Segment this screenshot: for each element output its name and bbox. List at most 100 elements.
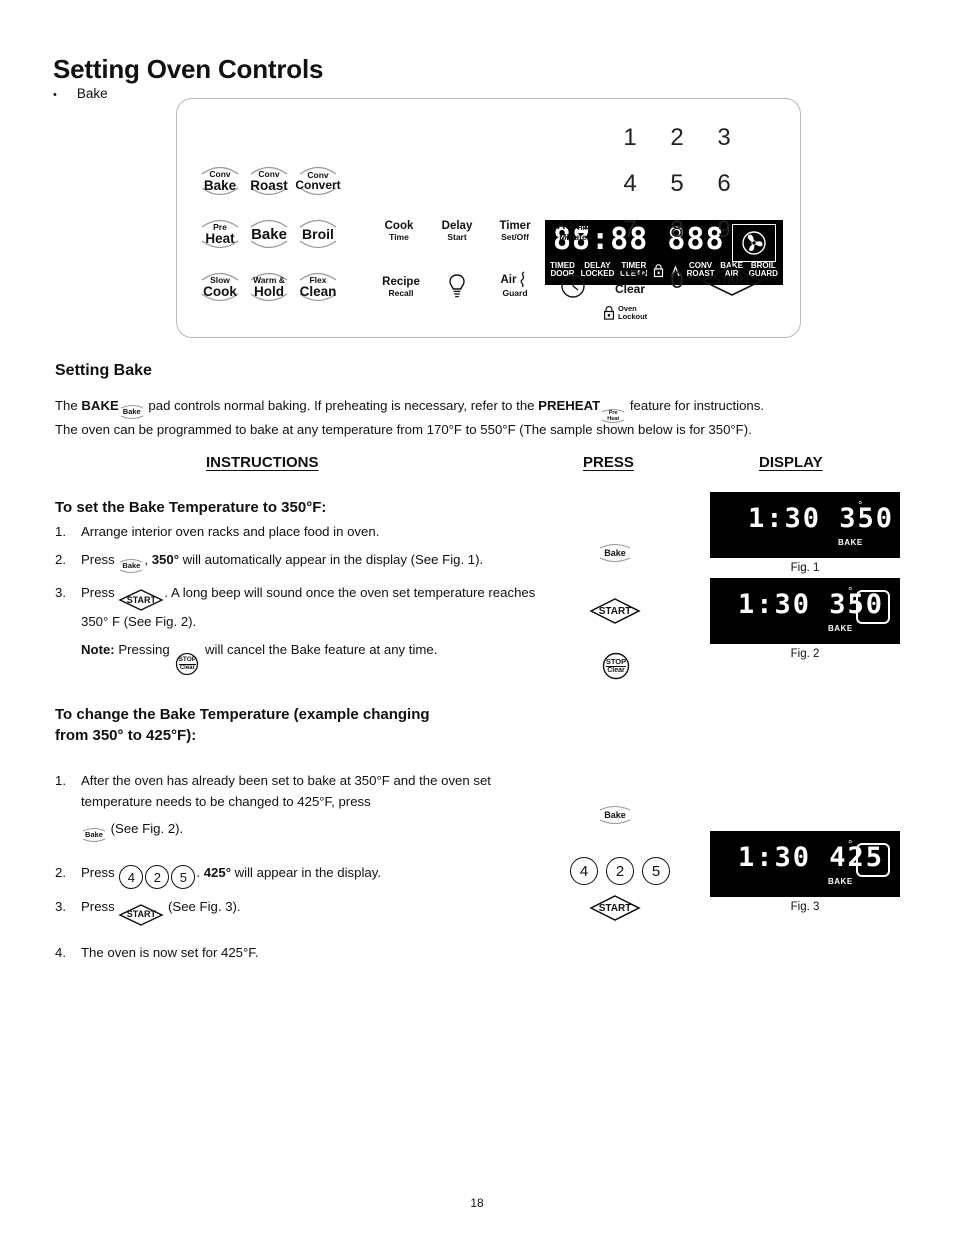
step-item: 3. Press START. A long beep will sound o… — [55, 582, 555, 633]
figure-2-caption: Fig. 2 — [790, 648, 820, 660]
press-bake-2[interactable]: Bake — [598, 803, 632, 827]
fig3-element-indicator — [856, 843, 890, 877]
fig1-mode: BAKE — [838, 538, 863, 547]
press-keys-425: 4 2 5 — [570, 857, 670, 885]
start-pad-label: START — [713, 275, 751, 287]
figure-1-caption: Fig. 1 — [790, 562, 820, 574]
inline-key-5: 5 — [171, 865, 196, 889]
note-item: Note: Pressing STOP Clear will cancel the… — [55, 639, 555, 676]
section1-heading: To set the Bake Temperature to 350°F: — [55, 499, 327, 516]
fig2-mode: BAKE — [828, 624, 853, 633]
airflow-icon — [520, 271, 525, 288]
press-key-5[interactable]: 5 — [642, 857, 670, 885]
pad-recipe-recall[interactable]: Recipe Recall — [371, 276, 431, 297]
pad-label-main: Hold — [254, 283, 284, 299]
note-body: Note: Pressing STOP Clear will cancel the… — [81, 639, 555, 676]
step1-body: After the oven has already been set to b… — [81, 770, 525, 844]
pad-warm-hold[interactable]: Warm & Hold — [246, 265, 292, 309]
figure-2: 1:30 350 ° BAKE Fig. 2 — [710, 578, 900, 660]
column-header-display: DISPLAY — [759, 454, 823, 471]
fig2-degree: ° — [848, 586, 853, 598]
pad-conv-roast[interactable]: Conv Roast — [246, 159, 292, 203]
fig3-degree: ° — [848, 839, 853, 851]
inline-key-4: 4 — [119, 865, 144, 889]
inline-pad-bake: Bake — [119, 403, 145, 421]
key-9[interactable]: 9 — [709, 216, 739, 244]
figure-3-caption: Fig. 3 — [790, 901, 820, 913]
pad-cook-time[interactable]: Cook Time — [371, 220, 427, 241]
figure-2-display: 1:30 350 ° BAKE — [710, 578, 900, 644]
note-label: Note: — [81, 642, 115, 657]
pad-label-main: Bake — [203, 177, 237, 193]
clock-icon[interactable] — [545, 273, 601, 299]
press-start-1[interactable]: START — [589, 598, 641, 624]
pad-label-main: Heat — [205, 230, 235, 246]
pad-slow-cook[interactable]: Slow Cook — [197, 265, 243, 309]
figure-3-display: 1:30 425 ° BAKE — [710, 831, 900, 897]
fig1-degree: ° — [858, 500, 863, 512]
figure-3: 1:30 425 ° BAKE Fig. 3 — [710, 831, 900, 913]
step3-body: Press START. A long beep will sound once… — [81, 584, 536, 630]
key-2[interactable]: 2 — [662, 124, 692, 152]
pad-flex-clean[interactable]: Flex Clean — [295, 265, 341, 309]
pad-label-main: Cook — [203, 283, 237, 299]
key-7[interactable]: 7 — [615, 216, 645, 244]
inline-stop-clear-icon: STOP Clear — [173, 652, 201, 676]
step-item: 1. After the oven has already been set t… — [55, 770, 525, 844]
step-item: 2. Press Bake, 350° will automatically a… — [55, 549, 555, 575]
pad-air-guard[interactable]: Air Guard — [487, 271, 543, 298]
setting-bake-heading: Setting Bake — [55, 362, 152, 379]
column-header-instructions: INSTRUCTIONS — [206, 454, 319, 471]
step-item: 2. Press 425. 425° will appear in the di… — [55, 862, 525, 889]
pad-broil[interactable]: Broil — [295, 212, 341, 256]
bullet-dot-icon: • — [53, 89, 57, 101]
pad-label-main: Bake — [251, 225, 287, 243]
topic-bullet: • Bake — [53, 86, 108, 104]
step-item: 1. Arrange interior oven racks and place… — [55, 524, 380, 539]
stop-clear-pad[interactable]: STOP Clear — [601, 268, 659, 296]
start-pad[interactable]: START — [701, 266, 763, 296]
step-item: 4. The oven is now set for 425°F. — [55, 944, 259, 960]
pad-bake[interactable]: Bake — [246, 212, 292, 256]
step-item: 3. Press START (See Fig. 3). — [55, 896, 525, 926]
pad-timer-setoff[interactable]: Timer Set/Off — [487, 220, 543, 241]
press-stop-clear-1[interactable]: STOP Clear — [600, 652, 632, 680]
key-1[interactable]: 1 — [615, 124, 645, 152]
section2-steps: 1. After the oven has already been set t… — [55, 770, 525, 970]
pad-conv-convert[interactable]: Conv Convert — [295, 159, 341, 203]
pad-label-main: Clean — [299, 283, 337, 299]
inline-start-icon: START — [118, 903, 165, 926]
key-4[interactable]: 4 — [615, 170, 645, 198]
figure-1-display: 1:30 350 ° BAKE — [710, 492, 900, 558]
fig3-mode: BAKE — [828, 877, 853, 886]
press-bake-1[interactable]: Bake — [598, 541, 632, 565]
pad-label-main: Convert — [295, 178, 341, 193]
fig2-element-indicator — [856, 590, 890, 624]
step2-body: Press 425. 425° will appear in the displ… — [81, 862, 525, 889]
press-key-4[interactable]: 4 — [570, 857, 598, 885]
key-6[interactable]: 6 — [709, 170, 739, 198]
oven-control-panel-diagram: Conv Bake Conv Roast Conv Convert Pre Heat B… — [176, 98, 801, 338]
key-8[interactable]: 8 — [662, 216, 692, 244]
key-5[interactable]: 5 — [662, 170, 692, 198]
step3-body: Press START (See Fig. 3). — [81, 896, 525, 926]
bullet-label: Bake — [76, 86, 108, 101]
key-3[interactable]: 3 — [709, 124, 739, 152]
section1-steps: 1. Arrange interior oven racks and place… — [55, 521, 555, 683]
step2-body: Press Bake, 350° will automatically appe… — [81, 549, 555, 575]
pad-conv-bake[interactable]: Conv Bake — [197, 159, 243, 203]
pad-add-1-minute[interactable]: Add 1 Minute — [545, 220, 601, 241]
inline-pad-bake: Bake — [81, 826, 107, 844]
key-0[interactable]: 0 — [662, 267, 692, 295]
figure-1: 1:30 350 ° BAKE Fig. 1 — [710, 492, 900, 574]
page-title: Setting Oven Controls — [53, 54, 324, 84]
pad-preheat[interactable]: Pre Heat — [197, 212, 243, 256]
pad-delay-start[interactable]: Delay Start — [429, 220, 485, 241]
page-number: 18 — [470, 1196, 484, 1210]
preheat-bold-word: PREHEAT — [538, 398, 601, 413]
press-start-2[interactable]: START — [589, 895, 641, 921]
manual-page: Setting Oven Controls • Bake Conv Bake Co… — [0, 0, 954, 1235]
pad-label-main: Broil — [302, 226, 334, 242]
light-bulb-icon[interactable] — [435, 273, 479, 301]
press-key-2[interactable]: 2 — [606, 857, 634, 885]
